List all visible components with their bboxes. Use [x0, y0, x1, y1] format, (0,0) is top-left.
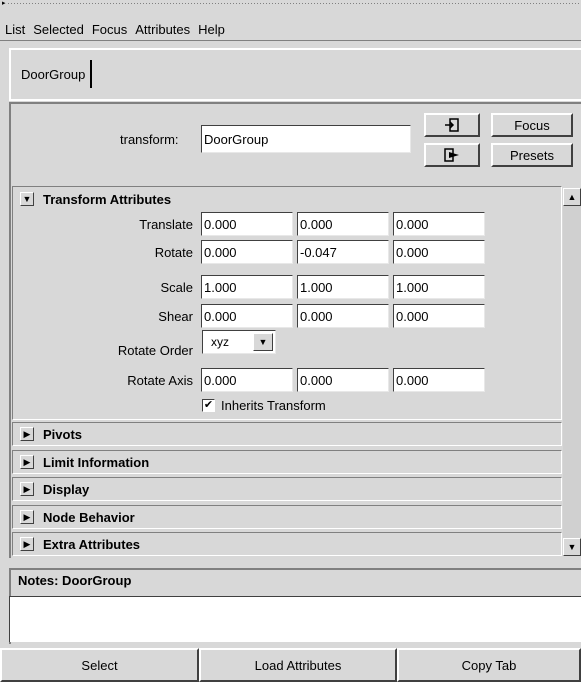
scale-z-field[interactable]: 1.000: [393, 275, 485, 299]
section-title: Pivots: [43, 426, 83, 442]
field-value: 0.000: [396, 372, 429, 388]
field-value: 0.000: [204, 244, 237, 260]
load-selected-button[interactable]: [424, 113, 480, 137]
field-value: 0.000: [204, 372, 237, 388]
rotate-axis-x-field[interactable]: 0.000: [201, 368, 293, 392]
section-title: Limit Information: [43, 454, 150, 470]
expand-arrow-icon[interactable]: ▶: [20, 510, 34, 524]
field-value: 0.000: [300, 372, 333, 388]
output-connections-button[interactable]: [424, 143, 480, 167]
field-value: 0.000: [300, 216, 333, 232]
translate-z-field[interactable]: 0.000: [393, 212, 485, 236]
expand-arrow-icon[interactable]: ▶: [20, 427, 34, 441]
focus-button-label: Focus: [514, 117, 550, 133]
extra-attributes-header[interactable]: ▶ Extra Attributes: [13, 533, 561, 555]
menu-selected[interactable]: Selected: [29, 22, 88, 37]
display-header[interactable]: ▶ Display: [13, 478, 561, 500]
shear-z-field[interactable]: 0.000: [393, 304, 485, 328]
select-button-label: Select: [81, 657, 118, 673]
load-attributes-button[interactable]: Load Attributes: [199, 648, 397, 682]
pivots-header[interactable]: ▶ Pivots: [13, 423, 561, 445]
pivots-section[interactable]: ▶ Pivots: [12, 422, 562, 446]
tear-off-icon: ▸: [2, 0, 6, 7]
limit-information-section[interactable]: ▶ Limit Information: [12, 450, 562, 474]
inherits-transform-checkbox[interactable]: ✔: [202, 399, 215, 412]
expand-arrow-icon[interactable]: ▶: [20, 455, 34, 469]
field-value: 0.000: [204, 216, 237, 232]
menu-attributes[interactable]: Attributes: [131, 22, 194, 37]
node-type-label: transform:: [120, 132, 179, 147]
section-title: Display: [43, 481, 90, 497]
rotate-label: Rotate: [154, 245, 193, 260]
expand-arrow-icon[interactable]: ▶: [20, 537, 34, 551]
notes-label: Notes: DoorGroup: [18, 573, 132, 588]
translate-label: Translate: [139, 217, 193, 232]
display-section[interactable]: ▶ Display: [12, 477, 562, 501]
load-attributes-button-label: Load Attributes: [254, 657, 342, 673]
section-title: Extra Attributes: [43, 536, 141, 552]
checkmark-icon: ✔: [203, 399, 214, 411]
menu-focus[interactable]: Focus: [88, 22, 131, 37]
rotate-order-select[interactable]: xyz ▼: [202, 330, 276, 354]
inherits-transform-label: Inherits Transform: [221, 398, 326, 413]
focus-button[interactable]: Focus: [491, 113, 573, 137]
node-name-field[interactable]: DoorGroup: [201, 125, 411, 153]
scale-label: Scale: [160, 280, 193, 295]
dropdown-arrow-icon[interactable]: ▼: [253, 333, 273, 351]
menu-bar: List Selected Focus Attributes Help: [0, 18, 581, 41]
translate-y-field[interactable]: 0.000: [297, 212, 389, 236]
presets-button-label: Presets: [509, 147, 555, 163]
scroll-down-icon[interactable]: ▼: [563, 538, 581, 556]
node-behavior-header[interactable]: ▶ Node Behavior: [13, 506, 561, 528]
copy-tab-button[interactable]: Copy Tab: [397, 648, 581, 682]
expand-arrow-icon[interactable]: ▶: [20, 482, 34, 496]
output-connections-icon: [444, 148, 459, 162]
menu-list[interactable]: List: [0, 22, 29, 37]
rotate-y-field[interactable]: -0.047: [297, 240, 389, 264]
rotate-order-value: xyz: [211, 335, 229, 349]
extra-attributes-section[interactable]: ▶ Extra Attributes: [12, 532, 562, 556]
tab-strip: [9, 48, 581, 100]
field-value: 0.000: [204, 308, 237, 324]
shear-label: Shear: [158, 309, 193, 324]
scroll-up-icon[interactable]: ▲: [563, 188, 581, 206]
field-value: 0.000: [396, 308, 429, 324]
field-value: 1.000: [204, 279, 237, 295]
field-value: 1.000: [396, 279, 429, 295]
load-selected-icon: [445, 118, 459, 132]
rotate-z-field[interactable]: 0.000: [393, 240, 485, 264]
select-button[interactable]: Select: [0, 648, 199, 682]
scale-y-field[interactable]: 1.000: [297, 275, 389, 299]
scale-x-field[interactable]: 1.000: [201, 275, 293, 299]
rotate-x-field[interactable]: 0.000: [201, 240, 293, 264]
rotate-order-label: Rotate Order: [117, 343, 193, 358]
presets-button[interactable]: Presets: [491, 143, 573, 167]
copy-tab-button-label: Copy Tab: [461, 657, 517, 673]
node-behavior-section[interactable]: ▶ Node Behavior: [12, 505, 562, 529]
menu-help[interactable]: Help: [194, 22, 229, 37]
tab-label: DoorGroup: [21, 66, 86, 82]
field-value: -0.047: [300, 244, 337, 260]
section-title: Transform Attributes: [43, 191, 172, 207]
rotate-axis-z-field[interactable]: 0.000: [393, 368, 485, 392]
tear-off-handle[interactable]: ▸: [0, 0, 581, 14]
section-title: Node Behavior: [43, 509, 135, 525]
translate-x-field[interactable]: 0.000: [201, 212, 293, 236]
rotate-axis-label: Rotate Axis: [127, 373, 193, 388]
vertical-scrollbar[interactable]: ▲ ▼: [563, 188, 581, 556]
shear-y-field[interactable]: 0.000: [297, 304, 389, 328]
field-value: 0.000: [396, 244, 429, 260]
field-value: 0.000: [300, 308, 333, 324]
tab-doorgroup[interactable]: DoorGroup: [15, 60, 93, 88]
shear-x-field[interactable]: 0.000: [201, 304, 293, 328]
rotate-axis-y-field[interactable]: 0.000: [297, 368, 389, 392]
field-value: 1.000: [300, 279, 333, 295]
collapse-arrow-icon[interactable]: ▼: [20, 192, 34, 206]
notes-textarea[interactable]: [9, 596, 581, 642]
transform-attributes-header[interactable]: ▼ Transform Attributes: [13, 188, 561, 210]
tab-strip-divider: [9, 99, 581, 101]
node-name-value: DoorGroup: [204, 131, 269, 147]
field-value: 0.000: [396, 216, 429, 232]
limit-information-header[interactable]: ▶ Limit Information: [13, 451, 561, 473]
